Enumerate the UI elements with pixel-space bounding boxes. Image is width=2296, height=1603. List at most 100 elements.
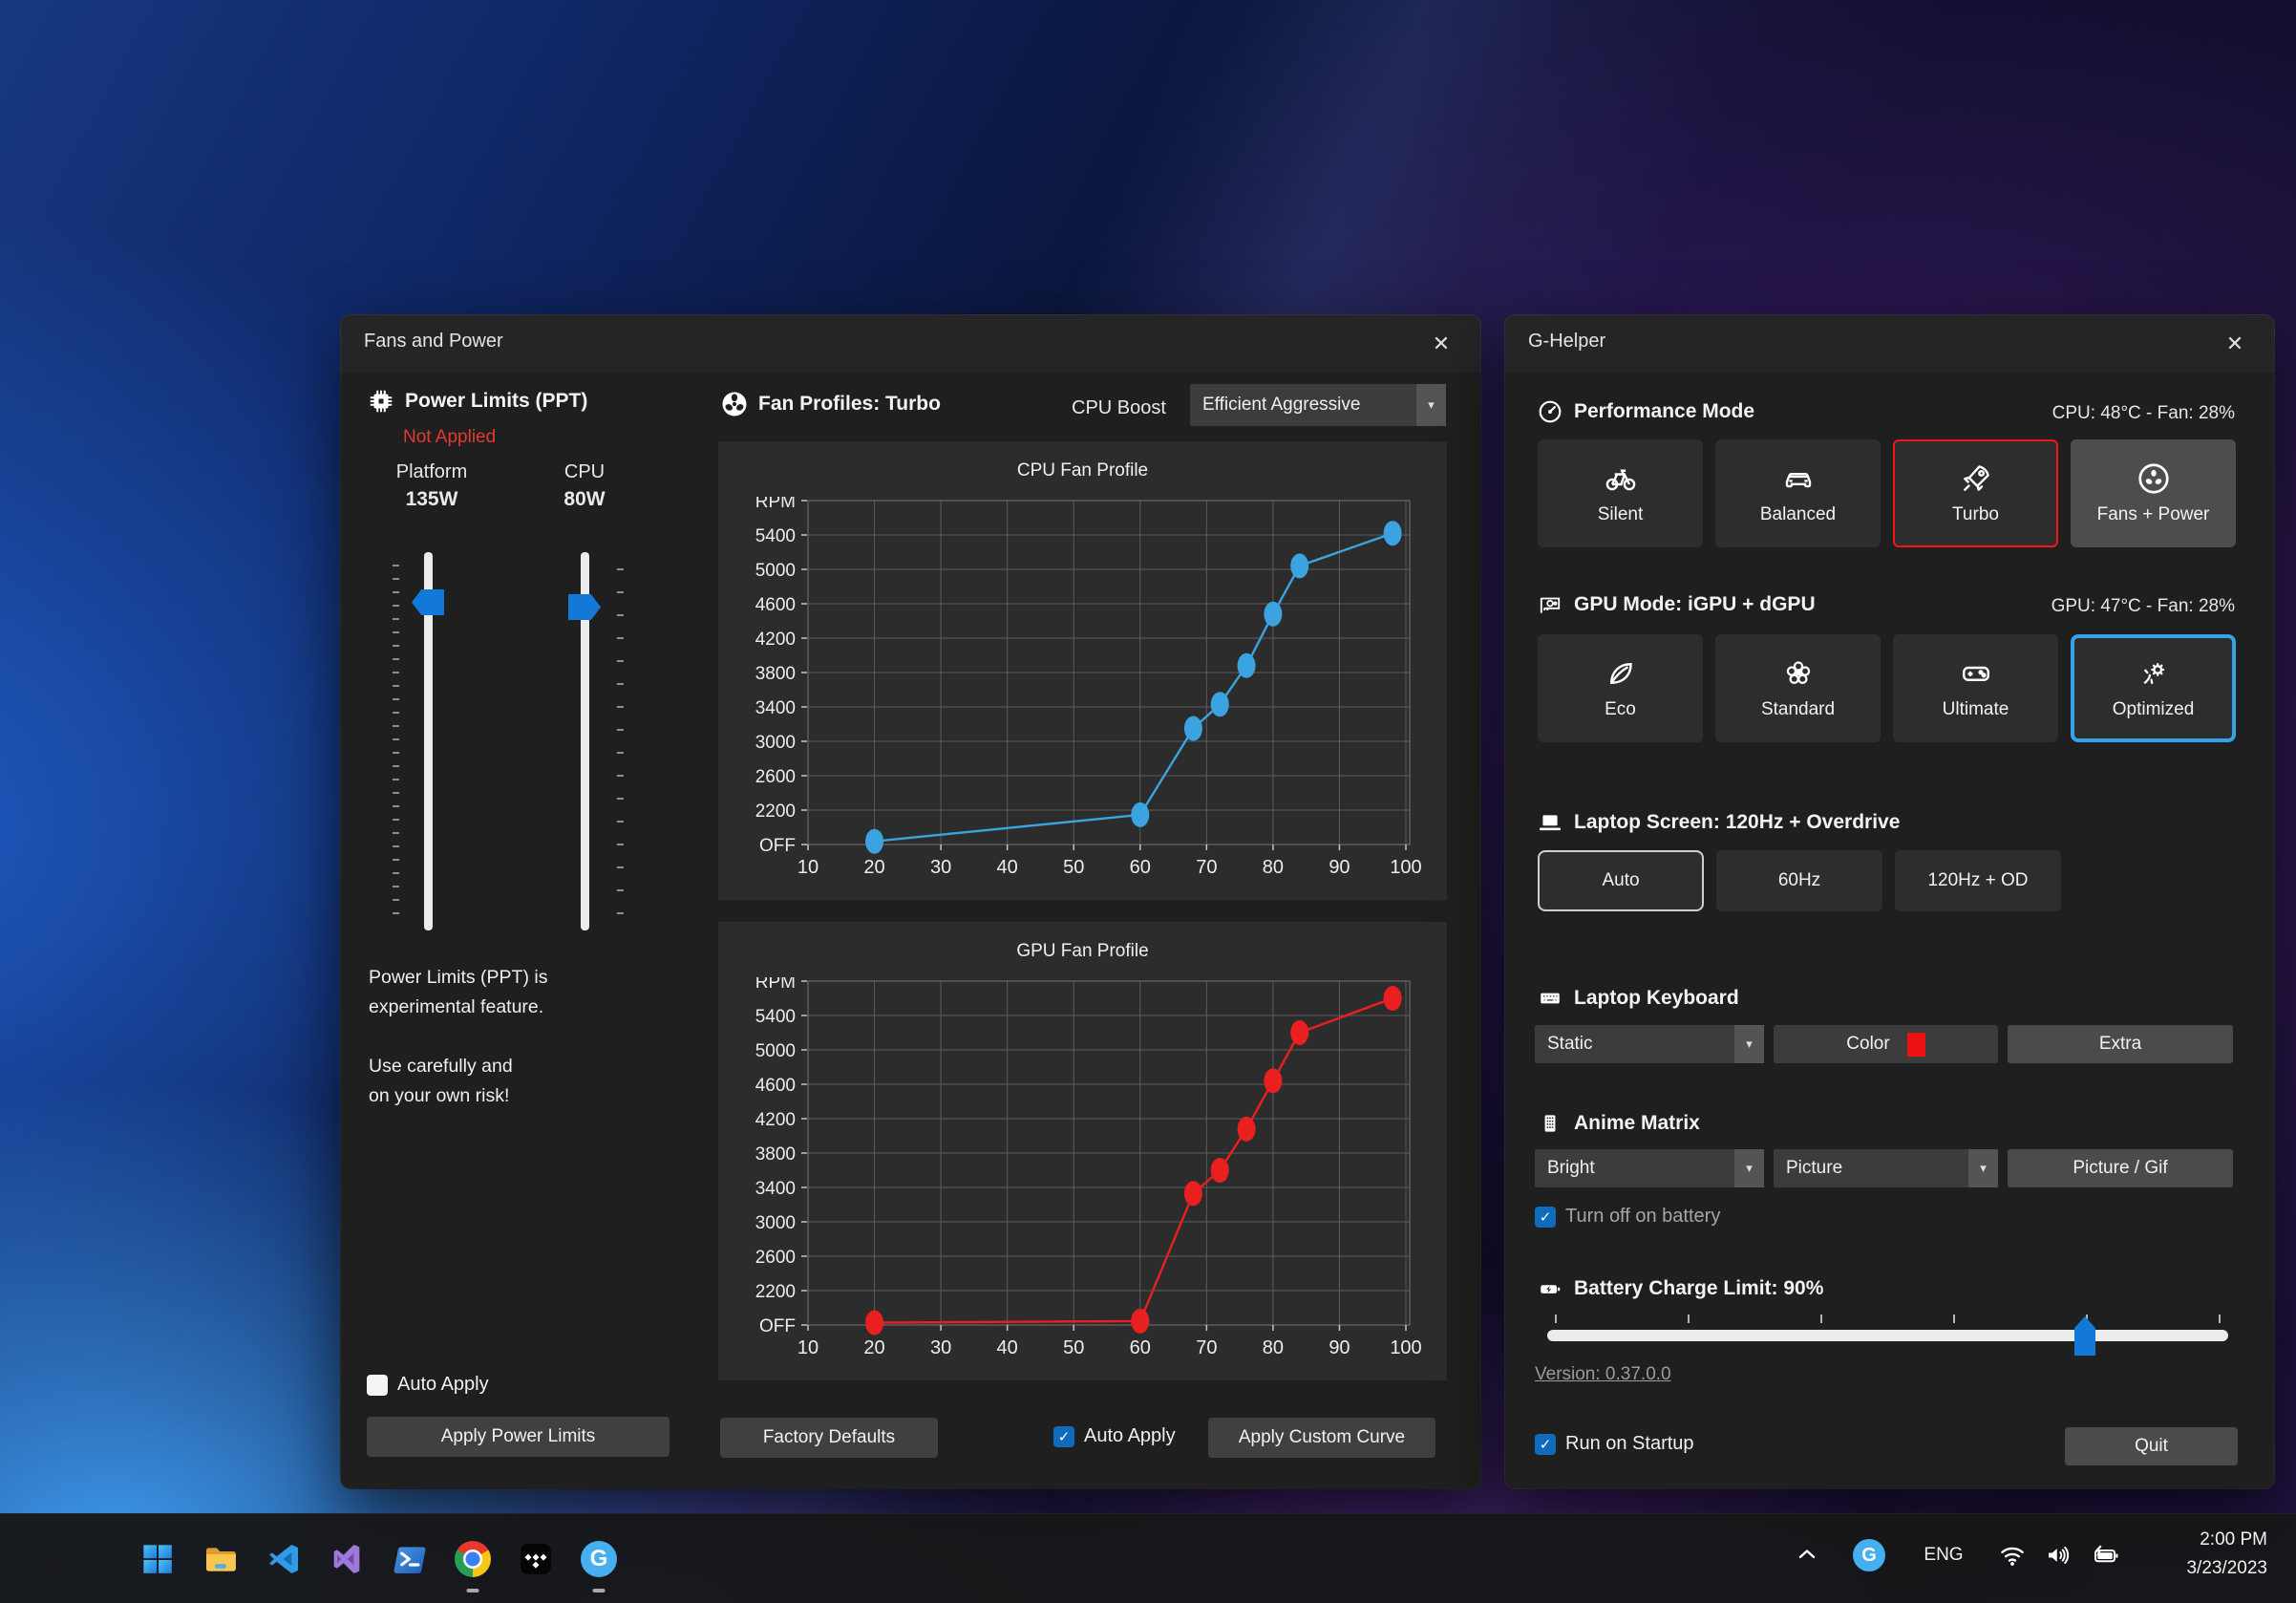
gpu-card-icon — [1538, 592, 1563, 617]
auto-apply-curve-row[interactable]: ✓ Auto Apply — [1053, 1425, 1176, 1447]
tray-clock[interactable]: 2:00 PM 3/23/2023 — [2186, 1526, 2267, 1583]
fan-icon — [2137, 461, 2171, 496]
mode-button-label: Turbo — [1952, 504, 1999, 525]
fans-power-button[interactable]: Fans + Power — [2071, 439, 2236, 547]
cpu-slider-thumb[interactable] — [568, 594, 601, 620]
tray-language[interactable]: ENG — [1918, 1545, 1969, 1566]
battery-limit-title: Battery Charge Limit: 90% — [1574, 1277, 1823, 1300]
ultimate-gpu-button[interactable]: Ultimate — [1893, 634, 2058, 742]
tray-date: 3/23/2023 — [2186, 1554, 2267, 1583]
eco-gpu-button[interactable]: Eco — [1538, 634, 1703, 742]
svg-text:50: 50 — [1063, 857, 1084, 878]
svg-text:60: 60 — [1130, 1337, 1151, 1358]
vscode-button[interactable] — [263, 1538, 305, 1580]
start-button[interactable] — [137, 1538, 179, 1580]
keyboard-controls-row: Static ▾ Color Extra — [1535, 1025, 2233, 1063]
leaf-icon — [1604, 656, 1638, 691]
screen-120hz-od-button[interactable]: 120Hz + OD — [1895, 850, 2061, 911]
apply-custom-curve-button[interactable]: Apply Custom Curve — [1208, 1418, 1435, 1458]
svg-text:RPM: RPM — [755, 977, 796, 993]
anime-matrix-header: Anime Matrix — [1538, 1111, 1700, 1136]
svg-text:10: 10 — [797, 1337, 818, 1358]
chevron-down-icon[interactable]: ▾ — [1416, 384, 1446, 426]
chevron-down-icon[interactable]: ▾ — [1734, 1025, 1764, 1063]
turbo-mode-button[interactable]: Turbo — [1893, 439, 2058, 547]
silent-mode-button[interactable]: Silent — [1538, 439, 1703, 547]
tidal-icon — [517, 1540, 555, 1578]
matrix-brightness-dropdown[interactable]: Bright ▾ — [1535, 1149, 1764, 1187]
svg-text:2200: 2200 — [755, 1282, 796, 1302]
ghelper-titlebar[interactable]: G-Helper ✕ — [1505, 315, 2274, 373]
wifi-icon — [1998, 1541, 2027, 1570]
cpu-chip-icon — [367, 387, 395, 416]
battery-slider-track[interactable] — [1547, 1330, 2228, 1341]
matrix-controls-row: Bright ▾ Picture ▾ Picture / Gif — [1535, 1149, 2233, 1187]
svg-text:50: 50 — [1063, 1337, 1084, 1358]
matrix-battery-row[interactable]: ✓ Turn off on battery — [1535, 1206, 1720, 1228]
close-icon[interactable]: ✕ — [1425, 328, 1457, 360]
desktop: Fans and Power ✕ Power Limits (PPT) Not … — [0, 0, 2296, 1603]
g-helper-button[interactable]: G — [578, 1538, 620, 1580]
performance-mode-header: Performance Mode — [1538, 399, 1754, 424]
factory-defaults-button[interactable]: Factory Defaults — [720, 1418, 938, 1458]
auto-apply-power-checkbox[interactable] — [367, 1375, 388, 1396]
laptop-keyboard-title: Laptop Keyboard — [1574, 987, 1739, 1010]
tray-battery-button[interactable] — [2090, 1541, 2120, 1574]
mode-button-label: Optimized — [2113, 699, 2195, 720]
matrix-picture-gif-button[interactable]: Picture / Gif — [2008, 1149, 2233, 1187]
taskbar: G G ENG — [0, 1513, 2296, 1603]
quit-button[interactable]: Quit — [2065, 1427, 2238, 1465]
chrome-button[interactable] — [452, 1538, 494, 1580]
close-icon[interactable]: ✕ — [2219, 328, 2251, 360]
run-on-startup-checkbox[interactable]: ✓ — [1535, 1434, 1556, 1455]
balanced-mode-button[interactable]: Balanced — [1715, 439, 1881, 547]
screen-button-label: 60Hz — [1778, 870, 1820, 891]
turn-off-on-battery-checkbox[interactable]: ✓ — [1535, 1207, 1556, 1228]
matrix-running-dropdown[interactable]: Picture ▾ — [1774, 1149, 1998, 1187]
matrix-running-value: Picture — [1774, 1158, 1968, 1179]
svg-text:70: 70 — [1196, 857, 1217, 878]
chevron-down-icon[interactable]: ▾ — [1968, 1149, 1998, 1187]
auto-apply-power-row[interactable]: Auto Apply — [367, 1374, 489, 1396]
cpu-label: CPU — [521, 461, 648, 483]
keyboard-extra-button[interactable]: Extra — [2008, 1025, 2233, 1063]
screen-60hz-button[interactable]: 60Hz — [1716, 850, 1882, 911]
auto-apply-curve-checkbox[interactable]: ✓ — [1053, 1426, 1074, 1447]
rocket-icon — [1959, 461, 1993, 496]
svg-text:4200: 4200 — [755, 1110, 796, 1130]
svg-text:20: 20 — [863, 857, 884, 878]
optimized-gpu-button[interactable]: Optimized — [2071, 634, 2236, 742]
gpu-temp-status: GPU: 47°C - Fan: 28% — [2052, 596, 2235, 617]
fans-titlebar[interactable]: Fans and Power ✕ — [341, 315, 1480, 373]
tray-volume-button[interactable] — [2044, 1541, 2073, 1574]
tidal-button[interactable] — [515, 1538, 557, 1580]
version-link[interactable]: Version: 0.37.0.0 — [1535, 1364, 1671, 1385]
window-title: Fans and Power — [364, 331, 503, 353]
run-on-startup-row[interactable]: ✓ Run on Startup — [1535, 1433, 1694, 1455]
visual-studio-button[interactable] — [326, 1538, 368, 1580]
mode-button-label: Standard — [1761, 699, 1835, 720]
tray-g-helper-button[interactable]: G — [1853, 1539, 1885, 1571]
fan-icon — [720, 390, 749, 418]
screen-auto-button[interactable]: Auto — [1538, 850, 1704, 911]
mode-button-label: Balanced — [1760, 504, 1836, 525]
gpu-fan-chart[interactable]: OFF220026003000340038004200460050005400R… — [718, 977, 1447, 1379]
fan-profiles-panel: Fan Profiles: Turbo CPU Boost Efficient … — [718, 382, 1447, 1488]
platform-slider-thumb[interactable] — [412, 589, 444, 615]
apply-power-limits-button[interactable]: Apply Power Limits — [367, 1417, 670, 1457]
gamepad-icon — [1959, 656, 1993, 691]
battery-bolt-icon — [1538, 1276, 1563, 1301]
cpu-slider-ticks — [617, 568, 624, 930]
keyboard-color-button[interactable]: Color — [1774, 1025, 1998, 1063]
chevron-up-icon — [1794, 1541, 1820, 1568]
standard-gpu-button[interactable]: Standard — [1715, 634, 1881, 742]
auto-apply-power-label: Auto Apply — [397, 1374, 489, 1396]
cpu-boost-dropdown[interactable]: Efficient Aggressive ▾ — [1190, 384, 1446, 426]
tray-wifi-button[interactable] — [1998, 1541, 2027, 1574]
powershell-button[interactable] — [389, 1538, 431, 1580]
file-explorer-button[interactable] — [200, 1538, 242, 1580]
tray-chevron-button[interactable] — [1794, 1541, 1820, 1572]
chevron-down-icon[interactable]: ▾ — [1734, 1149, 1764, 1187]
cpu-fan-chart[interactable]: OFF220026003000340038004200460050005400R… — [718, 497, 1447, 898]
keyboard-mode-dropdown[interactable]: Static ▾ — [1535, 1025, 1764, 1063]
